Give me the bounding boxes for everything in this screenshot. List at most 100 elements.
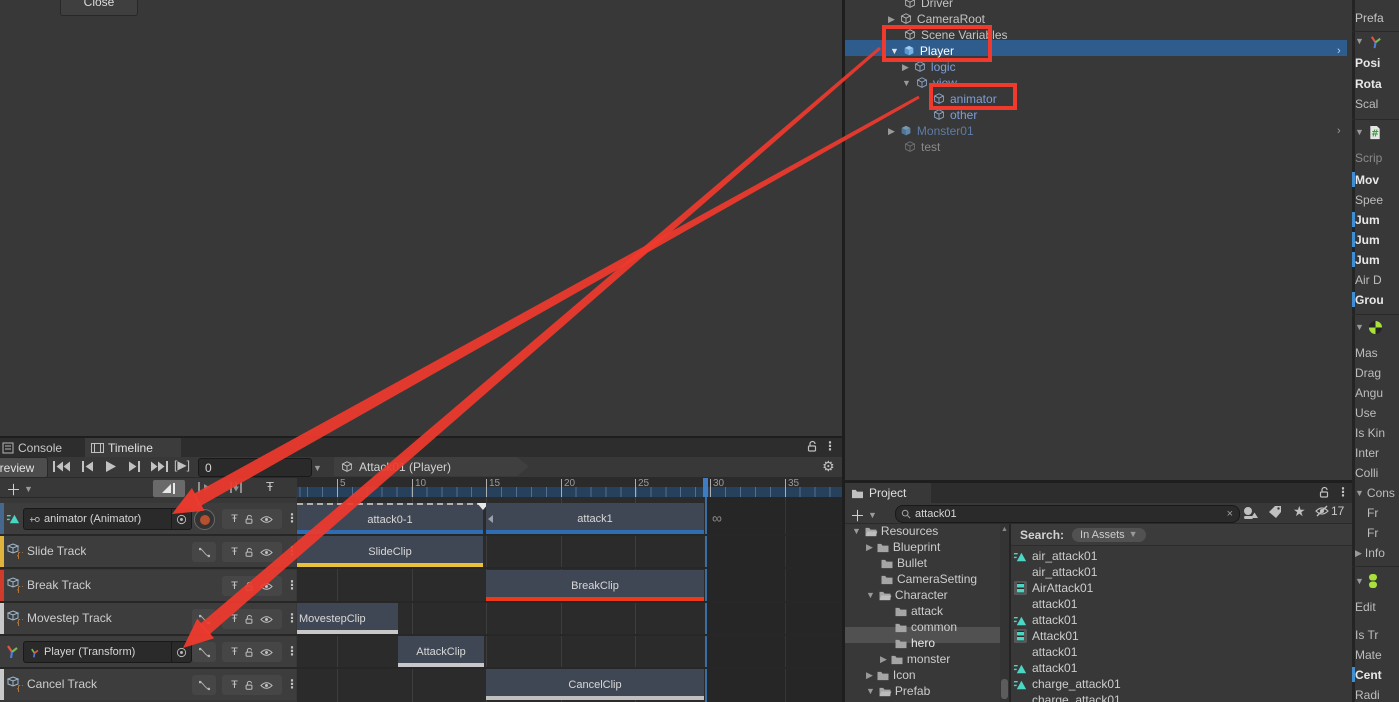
result-item[interactable]: attack01 (1010, 660, 1340, 676)
tree-item-blueprint[interactable]: ▶Blueprint (866, 539, 940, 555)
collapse-arrow-icon[interactable]: ▼ (852, 527, 861, 536)
goto-start-button[interactable] (52, 460, 71, 473)
result-item[interactable]: attack01 (1010, 644, 1340, 660)
next-frame-button[interactable] (127, 460, 142, 473)
track-toggle-group[interactable]: Ŧ (222, 509, 282, 529)
curves-button[interactable] (192, 675, 216, 695)
pin-icon[interactable]: Ŧ (231, 613, 238, 625)
timeline-end-marker[interactable] (703, 478, 708, 497)
hierarchy-item-animator[interactable]: animator (842, 91, 1352, 107)
lock-icon[interactable] (244, 647, 254, 658)
result-item[interactable]: AirAttack01 (1010, 580, 1340, 596)
add-track-button[interactable]: ＋▼ (6, 479, 33, 500)
eye-icon[interactable] (260, 648, 273, 657)
result-item[interactable]: charge_attack01 (1010, 676, 1340, 692)
pin-icon[interactable]: Ŧ (231, 679, 238, 691)
prefab-open-arrow-icon[interactable]: › (1337, 126, 1341, 137)
timeline-breadcrumb[interactable]: Attack01 (Player) (334, 457, 529, 476)
hierarchy-item-driver[interactable]: Driver (842, 0, 1352, 11)
track-toggle-group[interactable]: Ŧ (222, 576, 282, 596)
close-button[interactable]: Close (60, 0, 138, 16)
track-menu-icon[interactable]: ⋮ (286, 677, 298, 691)
hierarchy-item-other[interactable]: other (842, 107, 1352, 123)
tree-item-icon[interactable]: ▶Icon (866, 667, 916, 683)
foldout-arrow-icon[interactable]: ▼ (1355, 128, 1364, 137)
frame-field[interactable]: 0 (198, 458, 312, 477)
tree-item-resources[interactable]: ▼Resources (852, 523, 938, 539)
project-menu-icon[interactable]: ⋮ (1337, 485, 1349, 499)
eye-icon[interactable] (260, 615, 273, 624)
tree-item-hero[interactable]: hero (894, 635, 935, 651)
ripple-mode-button[interactable] (192, 479, 216, 496)
marker-pin-toggle[interactable]: Ŧ (266, 479, 274, 494)
object-picker-icon[interactable] (171, 509, 191, 529)
clip-break[interactable]: BreakClip (486, 570, 704, 601)
lock-icon[interactable] (244, 614, 254, 625)
track-slide[interactable]: {} Slide Track Ŧ ⋮ (0, 536, 296, 567)
tree-item-camerasetting[interactable]: CameraSetting (880, 571, 1004, 587)
prefab-open-arrow-icon[interactable]: › (1337, 46, 1341, 57)
timeline-menu-icon[interactable]: ⋮ (824, 439, 836, 453)
player-binding-field[interactable]: Player (Transform) (23, 641, 192, 663)
collapse-arrow-icon[interactable]: ▼ (866, 591, 875, 600)
expand-arrow-icon[interactable]: ▶ (902, 63, 909, 72)
tab-timeline[interactable]: Timeline (85, 438, 181, 457)
search-by-label-button[interactable] (1268, 505, 1283, 519)
record-button[interactable] (194, 509, 215, 530)
clip-movestep[interactable]: MovestepClip (297, 603, 398, 634)
track-menu-icon[interactable]: ⋮ (286, 644, 298, 658)
hierarchy-item-view[interactable]: ▼ view (842, 75, 1352, 91)
foldout-arrow-icon[interactable]: ▶ (1355, 549, 1362, 558)
result-item[interactable]: Attack01 (1010, 628, 1340, 644)
track-break[interactable]: {} Break Track Ŧ ⋮ (0, 570, 296, 601)
mix-mode-button[interactable] (152, 479, 186, 498)
goto-end-button[interactable] (150, 460, 169, 473)
frame-dropdown-icon[interactable]: ▼ (313, 464, 322, 473)
scroll-up-icon[interactable]: ▲ (1001, 526, 1008, 533)
pin-icon[interactable]: Ŧ (231, 580, 238, 592)
hierarchy-item-monster01[interactable]: ▶ Monster01 (842, 123, 1352, 139)
hierarchy-item-test[interactable]: test (842, 139, 1352, 155)
lock-icon[interactable] (244, 514, 254, 525)
transform-component-header[interactable]: ▼ (1355, 34, 1383, 49)
tree-scrollbar[interactable]: ▲ (1000, 524, 1009, 702)
lock-icon[interactable] (244, 680, 254, 691)
search-by-type-button[interactable] (1242, 505, 1259, 520)
result-item[interactable]: attack01 (1010, 612, 1340, 628)
result-item[interactable]: air_attack01 (1010, 548, 1340, 564)
project-search-input[interactable]: attack01 × (895, 505, 1240, 523)
collapse-arrow-icon[interactable]: ▼ (866, 687, 875, 696)
lock-icon[interactable] (244, 581, 254, 592)
rigidbody-component-header[interactable]: ▼ (1355, 320, 1383, 335)
clip-attack1[interactable]: attack1 (486, 503, 704, 534)
tree-item-bullet[interactable]: Bullet (880, 555, 927, 571)
object-picker-icon[interactable] (171, 642, 191, 662)
track-movestep[interactable]: {} Movestep Track Ŧ ⋮ (0, 603, 296, 634)
tree-item-monster[interactable]: ▶monster (880, 651, 950, 667)
clip-slide[interactable]: SlideClip (297, 536, 483, 567)
clip-attack0-1[interactable]: attack0-1 (297, 503, 483, 534)
track-cancel[interactable]: {} Cancel Track Ŧ ⋮ (0, 669, 296, 700)
scrollbar-thumb[interactable] (1001, 679, 1008, 699)
foldout-arrow-icon[interactable]: ▼ (1355, 489, 1364, 498)
collapse-arrow-icon[interactable]: ▼ (902, 79, 911, 88)
tree-item-common[interactable]: common (894, 619, 957, 635)
expand-arrow-icon[interactable]: ▶ (866, 543, 873, 552)
tree-item-prefab[interactable]: ▼Prefab (866, 683, 930, 699)
script-component-header[interactable]: ▼ # (1355, 125, 1382, 140)
preview-toggle[interactable]: Preview (0, 457, 48, 478)
expand-arrow-icon[interactable]: ▶ (880, 655, 887, 664)
expand-arrow-icon[interactable]: ▶ (888, 15, 895, 24)
foldout-arrow-icon[interactable]: ▼ (1355, 323, 1364, 332)
track-toggle-group[interactable]: Ŧ (222, 542, 282, 562)
timeline-settings-gear-icon[interactable]: ⚙ (822, 458, 835, 475)
pin-icon[interactable]: Ŧ (231, 646, 238, 658)
replace-mode-button[interactable] (224, 479, 248, 496)
eye-icon[interactable] (260, 515, 273, 524)
foldout-arrow-icon[interactable]: ▼ (1355, 577, 1364, 586)
track-toggle-group[interactable]: Ŧ (222, 642, 282, 662)
foldout-arrow-icon[interactable]: ▼ (1355, 37, 1364, 46)
previous-frame-button[interactable] (80, 460, 95, 473)
curves-button[interactable] (192, 609, 216, 629)
play-range-button[interactable]: [▶] (174, 458, 190, 472)
